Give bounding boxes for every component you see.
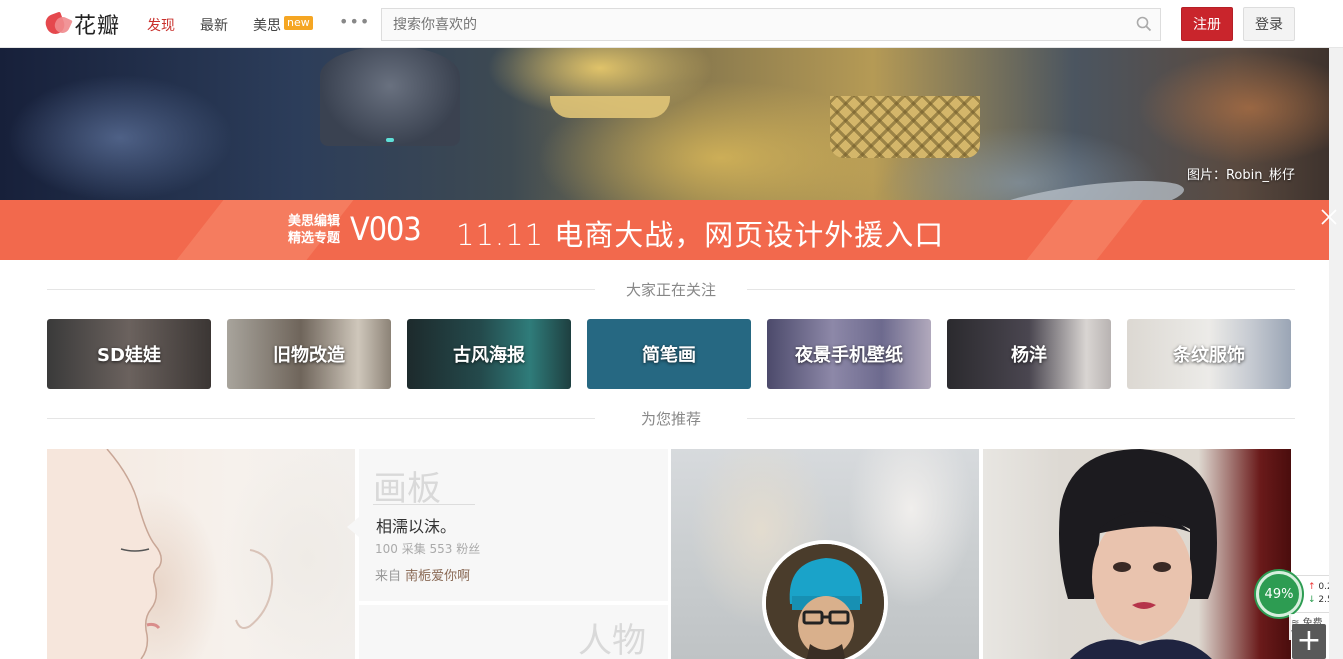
divider (373, 504, 475, 505)
board-author-link[interactable]: 南栀爱你啊 (405, 569, 470, 584)
portrait-figure (1059, 449, 1217, 659)
illustration-ear (235, 549, 274, 629)
illustration-face (47, 449, 162, 659)
divider (747, 418, 1295, 419)
hero-banner[interactable] (0, 48, 1343, 200)
logo-petal-icon (43, 11, 73, 37)
board-title[interactable]: 相濡以沫。 (376, 513, 456, 537)
nav-latest[interactable]: 最新 (200, 15, 228, 35)
board2-type-label: 人物 (578, 621, 646, 659)
search-input[interactable] (382, 9, 1122, 40)
promo-stripe (1026, 200, 1144, 260)
promo-tag-line2: 精选专题 (288, 231, 341, 246)
search-icon[interactable] (1136, 16, 1152, 32)
board-type-label: 画板 (373, 469, 441, 509)
promo-tag-line1: 美思编辑 (288, 214, 341, 229)
top-header: 花瓣 发现 最新 美思new ••• 注册 登录 (0, 0, 1343, 48)
avatar[interactable] (766, 544, 884, 659)
following-heading: 大家正在关注 (47, 279, 1295, 299)
net-usage-ring: 49% (1256, 571, 1302, 617)
add-button[interactable]: + (1292, 624, 1326, 659)
tag-ancient-poster[interactable]: 古风海报 (407, 319, 571, 389)
hero-lid-shape (550, 96, 670, 118)
nav-meisi-label: 美思 (253, 18, 281, 34)
nav-discover[interactable]: 发现 (147, 15, 175, 35)
tag-night-wallpaper[interactable]: 夜景手机壁纸 (767, 319, 931, 389)
new-badge: new (284, 16, 313, 30)
tag-upcycle[interactable]: 旧物改造 (227, 319, 391, 389)
board-stats: 100 采集 553 粉丝 (375, 542, 481, 556)
promo-code: V003 (350, 210, 422, 248)
hero-lamp-shape (320, 46, 460, 146)
hero-plate-shape (973, 171, 1187, 200)
board-from-prefix: 来自 (375, 569, 402, 584)
board-pointer (347, 517, 359, 537)
scrollbar[interactable] (1329, 48, 1343, 659)
logo-text: 花瓣 (74, 14, 121, 39)
hero-lamp-light (386, 138, 394, 142)
tag-yang-yang[interactable]: 杨洋 (947, 319, 1111, 389)
close-icon[interactable] (1318, 206, 1340, 228)
login-button[interactable]: 登录 (1243, 7, 1295, 41)
promo-tag: 美思编辑 精选专题 (288, 213, 340, 247)
divider (747, 289, 1295, 290)
promo-title: 11.11 电商大战，网页设计外援入口 (456, 218, 945, 252)
search-box (381, 8, 1161, 41)
nav-meisi[interactable]: 美思 new (253, 15, 313, 35)
hero-credit[interactable]: 图片：Robin_彬仔 (1187, 164, 1295, 183)
board-from: 来自 南栀爱你啊 (375, 565, 470, 584)
download-arrow-icon: ↓ (1308, 595, 1316, 605)
tag-sketch[interactable]: 简笔画 (587, 319, 751, 389)
upload-arrow-icon: ↑ (1308, 582, 1316, 592)
promo-banner[interactable]: 美思编辑 精选专题 V003 11.11 电商大战，网页设计外援入口 (0, 200, 1343, 260)
tag-striped-clothing[interactable]: 条纹服饰 (1127, 319, 1291, 389)
tag-sd-doll[interactable]: SD娃娃 (47, 319, 211, 389)
recommend-heading: 为您推荐 (47, 408, 1295, 428)
more-dots-icon[interactable]: ••• (339, 12, 370, 31)
site-logo[interactable]: 花瓣 (43, 10, 121, 39)
hero-basket-shape (830, 96, 980, 158)
register-button[interactable]: 注册 (1181, 7, 1233, 41)
board-card-2[interactable]: 人物 (359, 605, 668, 659)
